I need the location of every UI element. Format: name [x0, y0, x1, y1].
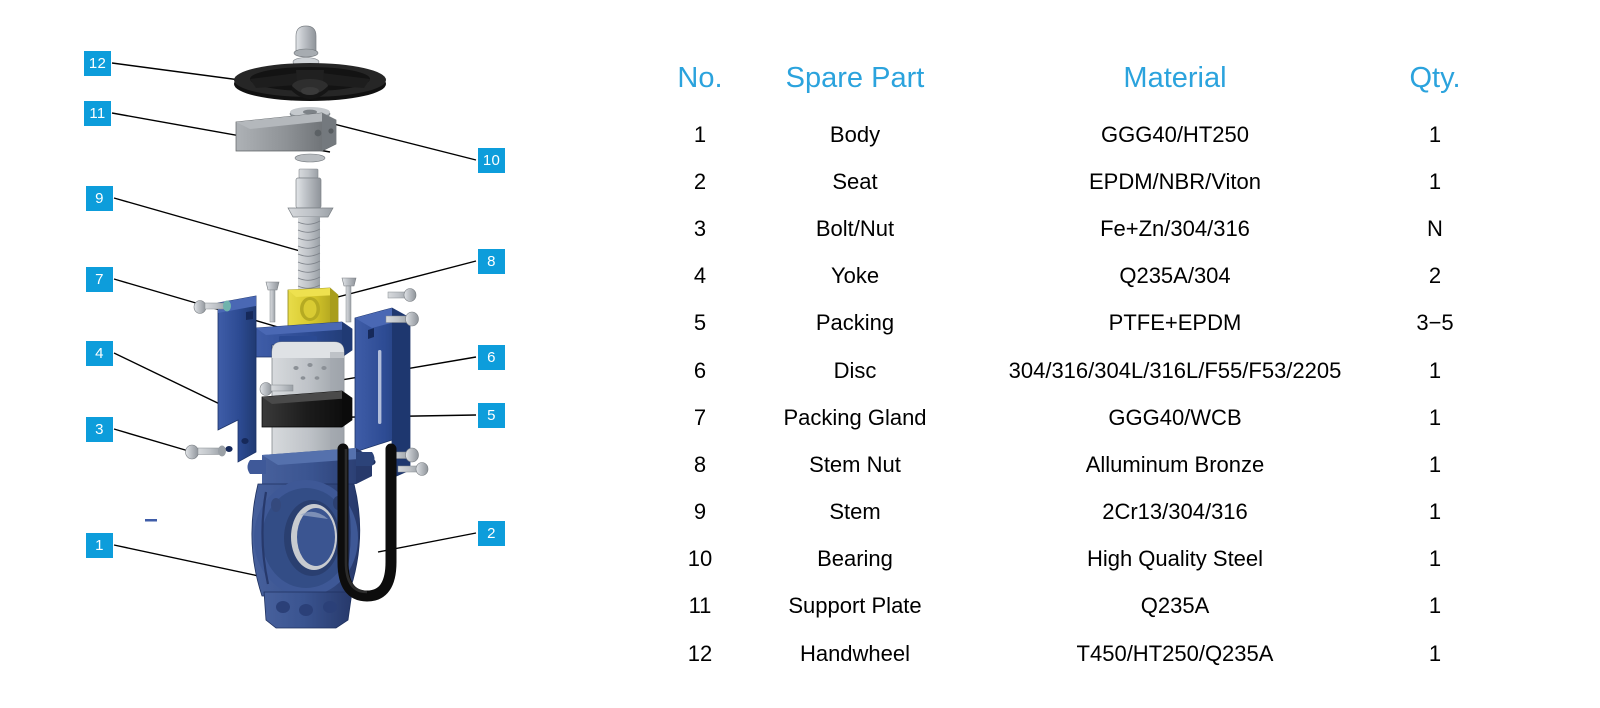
cell-no: 8	[693, 451, 707, 477]
cell-no: 4	[693, 263, 707, 289]
cell-qty: 3−5	[1416, 310, 1454, 336]
support-plate-part	[235, 112, 337, 163]
cell-material: Q235A	[1140, 593, 1210, 619]
callout-badge-3[interactable]: 3	[86, 417, 113, 442]
cell-part: Packing Gland	[783, 404, 927, 430]
cell-qty: 1	[1428, 640, 1442, 666]
table-row: 3 Bolt/Nut Fe+Zn/304/316 N	[660, 205, 1490, 252]
cell-part: Body	[829, 121, 881, 147]
handwheel-part	[234, 25, 386, 101]
cell-no: 5	[693, 310, 707, 336]
table-row: 4 Yoke Q235A/304 2	[660, 253, 1490, 300]
callout-badge-9[interactable]: 9	[86, 186, 113, 211]
callout-badge-6[interactable]: 6	[478, 345, 505, 370]
cell-material: EPDM/NBR/Viton	[1089, 168, 1261, 194]
header-part: Spare Part	[785, 62, 925, 94]
yoke-left-part	[217, 295, 257, 463]
cell-qty: N	[1427, 215, 1443, 241]
table-row: 10 Bearing High Quality Steel 1	[660, 536, 1490, 583]
table-header: No. Spare Part Material Qty.	[660, 62, 1490, 111]
table-row: 2 Seat EPDM/NBR/Viton 1	[660, 158, 1490, 205]
callout-badge-1[interactable]: 1	[86, 533, 113, 558]
stray-mark	[145, 519, 157, 522]
cell-no: 7	[693, 404, 707, 430]
header-no: No.	[677, 62, 723, 94]
cell-material: Alluminum Bronze	[1085, 451, 1265, 477]
cell-material: High Quality Steel	[1086, 546, 1264, 572]
cell-qty: 1	[1428, 121, 1442, 147]
cell-qty: 1	[1428, 593, 1442, 619]
callout-badge-8[interactable]: 8	[478, 249, 505, 274]
cell-material: Q235A/304	[1119, 263, 1231, 289]
cell-part: Packing	[815, 310, 895, 336]
callout-badge-10[interactable]: 10	[478, 148, 505, 173]
cell-qty: 2	[1428, 263, 1442, 289]
callout-badge-4[interactable]: 4	[86, 341, 113, 366]
cell-part: Bearing	[817, 546, 893, 572]
leader-3	[113, 428, 193, 453]
diagram-page: 12 11 10 9 8 7 4 6 5 3 2 1 No. Spare Par…	[0, 0, 1600, 708]
table-row: 1 Body GGG40/HT250 1	[660, 111, 1490, 158]
cell-material: GGG40/HT250	[1101, 121, 1249, 147]
cell-part: Bolt/Nut	[815, 215, 895, 241]
header-qty: Qty.	[1409, 62, 1461, 94]
cell-part: Stem Nut	[809, 451, 901, 477]
leader-10	[317, 119, 477, 161]
spare-parts-table: No. Spare Part Material Qty. 1 Body GGG4…	[660, 62, 1490, 677]
leader-1	[113, 544, 269, 579]
cell-part: Yoke	[830, 263, 880, 289]
header-row: No. Spare Part Material Qty.	[660, 62, 1490, 111]
table-row: 11 Support Plate Q235A 1	[660, 583, 1490, 630]
cell-qty: 1	[1428, 451, 1442, 477]
cell-qty: 1	[1428, 404, 1442, 430]
cell-part: Handwheel	[799, 640, 911, 666]
table-row: 7 Packing Gland GGG40/WCB 1	[660, 394, 1490, 441]
cell-qty: 1	[1428, 546, 1442, 572]
cell-material: 304/316/304L/316L/F55/F53/2205	[1008, 357, 1342, 383]
table-row: 5 Packing PTFE+EPDM 3−5	[660, 300, 1490, 347]
cell-material: PTFE+EPDM	[1108, 310, 1242, 336]
cell-no: 12	[687, 640, 713, 666]
callout-badge-5[interactable]: 5	[478, 403, 505, 428]
cell-part: Stem	[829, 499, 881, 525]
cell-no: 2	[693, 168, 707, 194]
cell-no: 1	[693, 121, 707, 147]
cell-qty: 1	[1428, 499, 1442, 525]
cell-no: 11	[688, 593, 712, 619]
cell-material: Fe+Zn/304/316	[1100, 215, 1250, 241]
cell-no: 6	[693, 357, 707, 383]
cell-no: 3	[693, 215, 707, 241]
table-body: 1 Body GGG40/HT250 1 2 Seat EPDM/NBR/Vit…	[660, 111, 1490, 677]
packing-part	[261, 390, 353, 428]
leader-4	[113, 352, 229, 409]
cell-qty: 1	[1428, 357, 1442, 383]
callout-badge-11[interactable]: 11	[84, 101, 111, 126]
cell-material: 2Cr13/304/316	[1102, 499, 1248, 525]
cell-material: T450/HT250/Q235A	[1076, 640, 1274, 666]
cell-part: Support Plate	[788, 593, 922, 619]
table-row: 6 Disc 304/316/304L/316L/F55/F53/2205 1	[660, 347, 1490, 394]
table-row: 9 Stem 2Cr13/304/316 1	[660, 489, 1490, 536]
table-row: 12 Handwheel T450/HT250/Q235A 1	[660, 630, 1490, 677]
table-row: 8 Stem Nut Alluminum Bronze 1	[660, 441, 1490, 488]
cell-part: Disc	[833, 357, 877, 383]
cell-no: 10	[687, 546, 713, 572]
cell-no: 9	[693, 499, 707, 525]
callout-badge-7[interactable]: 7	[86, 267, 113, 292]
header-material: Material	[1123, 62, 1227, 94]
cell-qty: 1	[1428, 168, 1442, 194]
callout-badge-2[interactable]: 2	[478, 521, 505, 546]
leader-9	[113, 197, 301, 252]
cell-part: Seat	[832, 168, 878, 194]
callout-badge-12[interactable]: 12	[84, 51, 111, 76]
cell-material: GGG40/WCB	[1108, 404, 1242, 430]
